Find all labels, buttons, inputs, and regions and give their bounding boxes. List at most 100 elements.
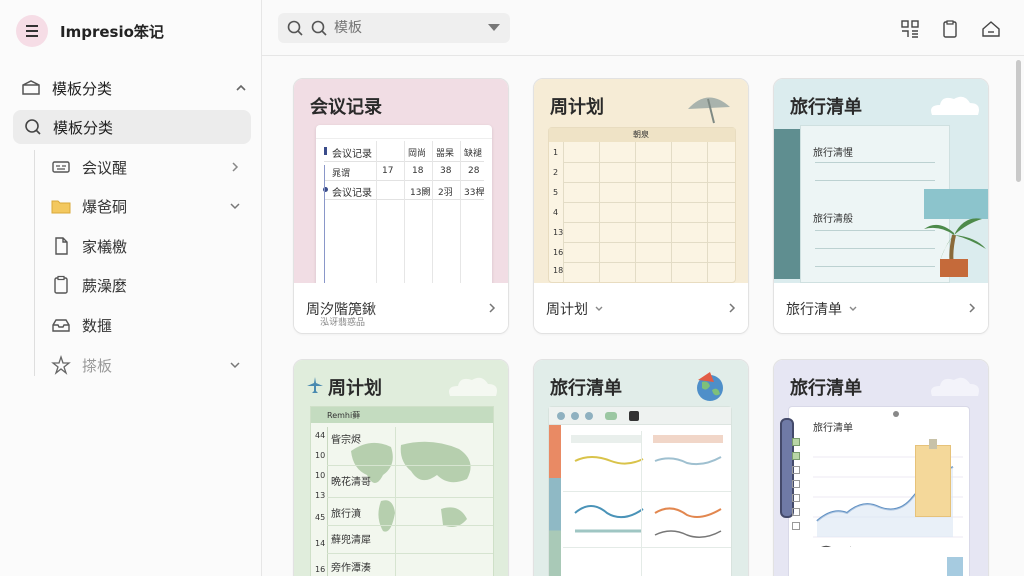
travel-line: 旅行清般 xyxy=(813,214,853,225)
chevron-down-icon xyxy=(230,362,240,369)
dropdown-caret-icon[interactable] xyxy=(488,24,500,31)
card-thumbnail: 周计划 Remhi藓 44 10 10 13 45 14 16 眥宗烬 晩花清哥… xyxy=(294,360,508,576)
airplane-icon xyxy=(307,377,323,393)
map-row-number: 10 xyxy=(315,471,326,480)
map-list-item: 旁作潭湊 xyxy=(331,563,371,574)
map-row-number: 44 xyxy=(315,431,326,440)
template-card-weekly-2[interactable]: 周计划 Remhi藓 44 10 10 13 45 14 16 眥宗烬 晩花清哥… xyxy=(293,359,509,576)
sidebar-item-notes[interactable]: 蕨澡麼 xyxy=(50,270,250,300)
sidebar-item-data[interactable]: 数擓 xyxy=(50,310,250,340)
sheet-cell: 18 xyxy=(412,166,424,176)
chevron-down-icon[interactable] xyxy=(594,304,604,314)
sidebar-item-label: 会议醒 xyxy=(82,158,128,177)
sidebar-item-templates[interactable]: 搽板 xyxy=(50,350,250,380)
sidebar-item-label: 搽板 xyxy=(82,356,113,375)
card-footer-sub: 泓讶翡惑品 xyxy=(320,318,366,328)
checkbox-column xyxy=(792,438,802,576)
card-thumbnail: 会议记录 会议记录 岡尚 噐杲 缺褪 晁谓 17 18 38 28 会议记录 1… xyxy=(294,79,508,283)
cloud-icon xyxy=(931,377,979,396)
chevron-right-icon xyxy=(232,162,239,172)
tree-line xyxy=(34,150,35,376)
sidebar-item-label: 蕨澡麼 xyxy=(82,276,128,295)
palm-tree-icon xyxy=(924,218,986,277)
card-thumbnail: 旅行清单 旅行清惺 旅行清般 xyxy=(774,79,988,283)
template-card-travel-3[interactable]: 旅行清单 旅行清单 xyxy=(773,359,989,576)
map-list-item: 蘚兜清犀 xyxy=(331,535,371,546)
travel-board: 旅行清单 xyxy=(788,406,970,576)
day-number: 13 xyxy=(553,228,564,237)
menu-button[interactable] xyxy=(16,15,48,47)
weekly-grid: 朝泉 1 2 5 4 13 16 18 xyxy=(548,127,736,283)
card-title: 周计划 xyxy=(550,97,604,118)
day-number: 16 xyxy=(553,248,564,257)
map-sheet-header: Remhi藓 xyxy=(327,411,361,420)
cloud-icon xyxy=(931,96,979,115)
chevron-down-icon[interactable] xyxy=(848,304,858,314)
clipboard-icon xyxy=(54,275,68,294)
card-title: 周计划 xyxy=(328,378,382,399)
search-bar[interactable] xyxy=(278,13,510,43)
template-card-travel-2[interactable]: 旅行清单 xyxy=(533,359,749,576)
template-card-travel[interactable]: 旅行清单 旅行清惺 旅行清般 旅行清单 xyxy=(773,78,989,334)
sheet-cell: 会议记录 xyxy=(332,149,372,160)
card-title: 旅行清单 xyxy=(550,378,622,399)
day-number: 1 xyxy=(553,148,559,157)
chevron-up-icon xyxy=(236,84,246,91)
map-list-item: 旅行濆 xyxy=(331,509,361,520)
sheet-cell: 缺褪 xyxy=(464,149,483,159)
clipboard-icon[interactable] xyxy=(939,18,961,40)
sidebar: Impresio笨记 模板分类 模板分类 会议醒 爆爸硐 家檥檄 蕨澡麼 数擓 … xyxy=(0,0,262,576)
card-title: 旅行清单 xyxy=(790,378,862,399)
grid-icon[interactable] xyxy=(899,18,921,40)
map-list-item: 眥宗烬 xyxy=(331,435,361,446)
sheet-cell: 噐杲 xyxy=(436,149,455,159)
day-number: 5 xyxy=(553,188,559,197)
search-icon xyxy=(25,119,41,135)
map-list-item: 晩花清哥 xyxy=(331,477,371,488)
template-card-meeting[interactable]: 会议记录 会议记录 岡尚 噐杲 缺褪 晁谓 17 18 38 28 会议记录 1… xyxy=(293,78,509,334)
sheet-cell: 13闕 xyxy=(410,188,431,198)
mini-charts xyxy=(574,456,722,538)
sidebar-section-templates[interactable]: 模板分类 xyxy=(20,74,248,102)
chevron-right-icon[interactable] xyxy=(966,302,978,314)
scrollbar[interactable] xyxy=(1016,60,1021,182)
map-row-number: 10 xyxy=(315,451,326,460)
sidebar-item-label: 家檥檄 xyxy=(82,237,128,256)
sidebar-item-label: 模板分类 xyxy=(53,118,114,137)
app-window: Impresio笨记 模板分类 模板分类 会议醒 爆爸硐 家檥檄 蕨澡麼 数擓 … xyxy=(0,0,1024,576)
chevron-right-icon[interactable] xyxy=(486,302,498,314)
chevron-down-icon xyxy=(230,203,240,210)
dashboard-sheet xyxy=(548,406,732,576)
sheet-cell: 33桿 xyxy=(464,188,485,198)
sheet-cell: 会议记录 xyxy=(332,188,372,199)
chevron-right-icon[interactable] xyxy=(726,302,738,314)
sidebar-item-folder[interactable]: 爆爸硐 xyxy=(50,191,250,221)
app-title: Impresio笨记 xyxy=(60,23,164,41)
home-icon[interactable] xyxy=(980,18,1002,40)
card-thumbnail: 旅行清单 xyxy=(534,360,748,576)
star-icon xyxy=(51,354,71,375)
template-card-weekly[interactable]: 周计划 朝泉 1 2 5 4 13 16 18 周计划 xyxy=(533,78,749,334)
search-icon xyxy=(287,20,303,36)
card-footer: 旅行清单 xyxy=(774,283,988,333)
sidebar-item-selected[interactable]: 模板分类 xyxy=(13,110,251,144)
sheet-cell: 2羽 xyxy=(438,188,453,198)
card-footer-label: 周计划 xyxy=(546,302,588,318)
card-footer: 周汐階箎鍬 泓讶翡惑品 xyxy=(294,283,508,333)
day-number: 2 xyxy=(553,168,559,177)
sidebar-item-meeting[interactable]: 会议醒 xyxy=(50,152,250,182)
meeting-sheet: 会议记录 岡尚 噐杲 缺褪 晁谓 17 18 38 28 会议记录 13闕 2羽… xyxy=(316,125,492,283)
card-thumbnail: 旅行清单 旅行清单 xyxy=(774,360,988,576)
search-input[interactable] xyxy=(334,20,464,36)
sticky-note xyxy=(915,445,951,517)
sidebar-item-label: 数擓 xyxy=(82,316,113,335)
map-row-number: 45 xyxy=(315,513,326,522)
day-number: 18 xyxy=(553,266,564,275)
sheet-cell: 岡尚 xyxy=(408,149,427,159)
globe-icon xyxy=(697,372,723,401)
document-icon xyxy=(55,237,68,255)
map-sheet: Remhi藓 44 10 10 13 45 14 16 眥宗烬 晩花清哥 旅行濆… xyxy=(310,406,494,576)
sheet-cell: 17 xyxy=(382,166,394,176)
sidebar-item-home[interactable]: 家檥檄 xyxy=(50,231,250,261)
day-number: 4 xyxy=(553,208,559,217)
